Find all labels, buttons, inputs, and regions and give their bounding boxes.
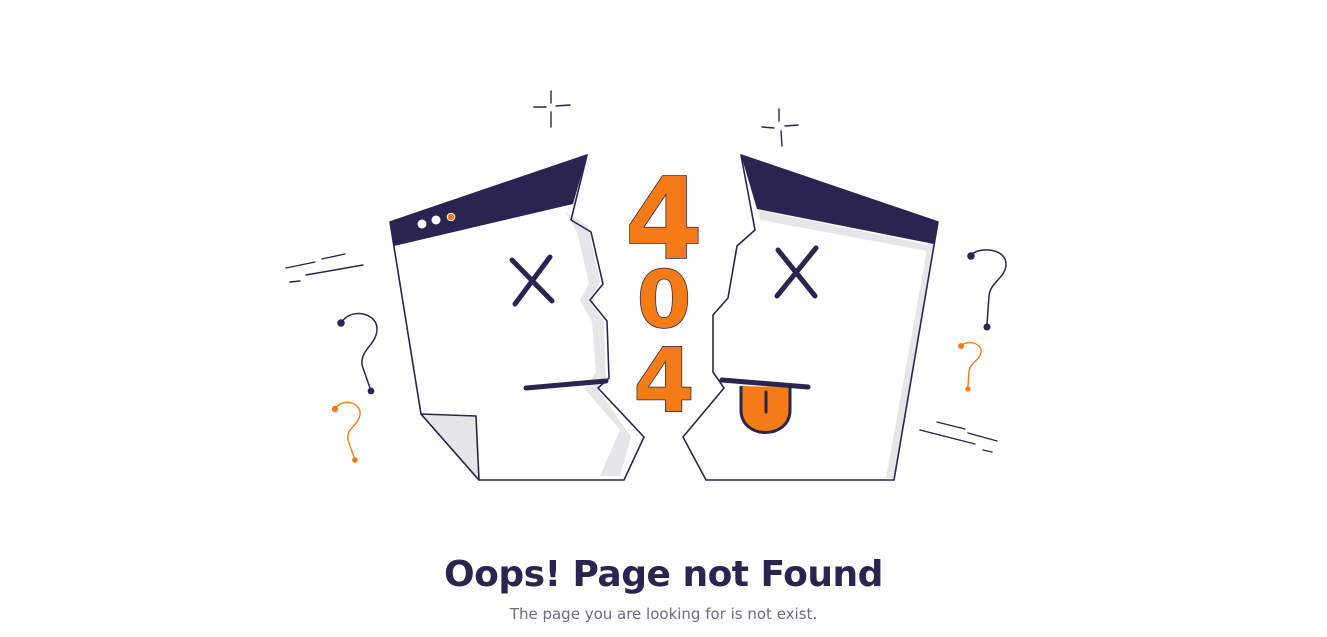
speed-lines-icon bbox=[919, 421, 998, 453]
sparkle-icon bbox=[533, 90, 571, 128]
page-message: The page you are looking for is not exis… bbox=[509, 605, 818, 623]
broken-404-illustration: 4 0 4 bbox=[285, 90, 1007, 481]
speed-lines-icon bbox=[285, 253, 364, 283]
sparkle-icon bbox=[761, 108, 799, 147]
broken-browser-left-icon bbox=[389, 154, 645, 481]
not-found-page: 4 0 4 Oops! Page not Found The page you … bbox=[0, 0, 1327, 637]
error-digit-last: 4 bbox=[633, 329, 694, 432]
question-mark-icon bbox=[967, 249, 1007, 331]
page-title: Oops! Page not Found bbox=[444, 554, 883, 595]
question-mark-icon bbox=[331, 401, 361, 463]
question-mark-icon bbox=[337, 312, 378, 395]
broken-browser-right-icon bbox=[682, 154, 939, 481]
question-mark-icon bbox=[958, 341, 982, 392]
error-code-404: 4 0 4 bbox=[624, 154, 703, 433]
